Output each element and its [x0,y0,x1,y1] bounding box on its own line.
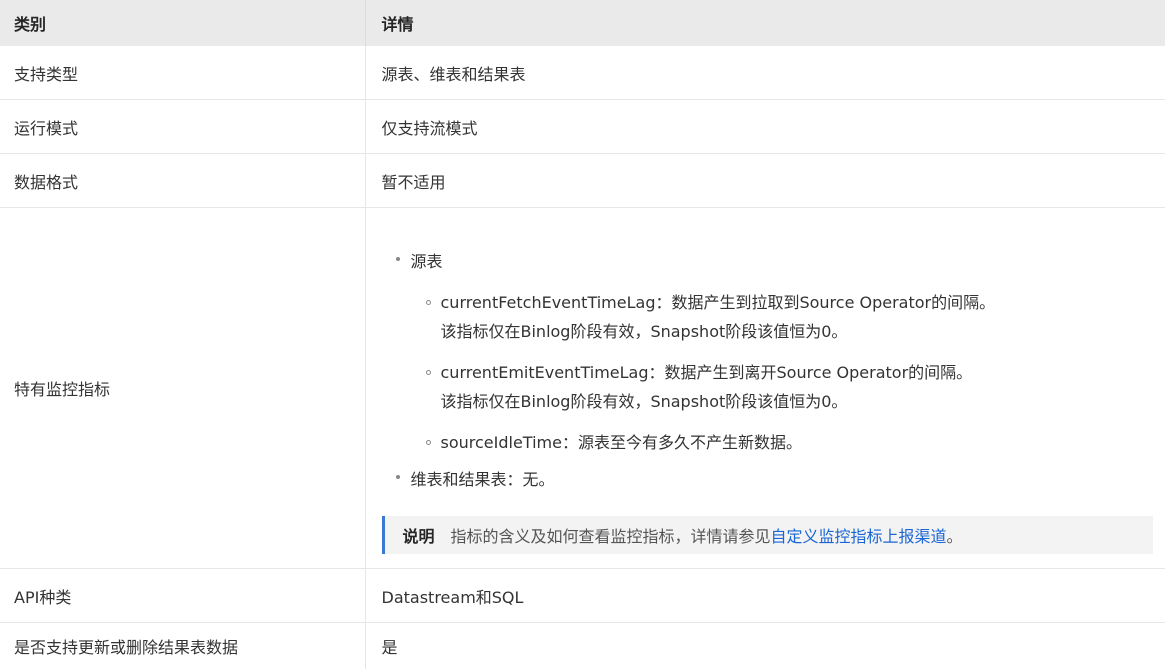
note-end: 。 [947,527,963,546]
list-item: sourceIdleTime：源表至今有多久不产生新数据。 [426,428,1165,457]
source-title: 源表 [411,252,443,271]
row-value: Datastream和SQL [365,569,1165,623]
connector-info-table: 类别 详情 支持类型 源表、维表和结果表 运行模式 仅支持流模式 数据格式 暂不… [0,0,1165,669]
row-value: 是 [365,623,1165,669]
header-category: 类别 [0,0,365,46]
row-value: 仅支持流模式 [365,100,1165,154]
table-header-row: 类别 详情 [0,0,1165,46]
circle-bullet-icon [426,440,431,445]
metrics-cell: 源表 currentFetchEventTimeLag：数据产生到拉取到Sour… [365,208,1165,569]
row-label: 是否支持更新或删除结果表数据 [0,623,365,669]
note-title: 说明 [403,523,435,547]
metric-note: 该指标仅在Binlog阶段有效，Snapshot阶段该值恒为0。 [441,317,1165,346]
list-item: 维表和结果表：无。 [396,465,1165,494]
row-label: 数据格式 [0,154,365,208]
row-label: 运行模式 [0,100,365,154]
list-item: 源表 currentFetchEventTimeLag：数据产生到拉取到Sour… [396,247,1165,457]
bullet-icon [396,475,400,479]
metric-desc: sourceIdleTime：源表至今有多久不产生新数据。 [441,428,1165,457]
note-body: 指标的含义及如何查看监控指标，详情请参见 [451,527,771,546]
row-label: API种类 [0,569,365,623]
circle-bullet-icon [426,370,431,375]
row-value: 源表、维表和结果表 [365,46,1165,100]
bullet-icon [396,257,400,261]
row-label: 特有监控指标 [0,208,365,569]
metric-desc: currentEmitEventTimeLag：数据产生到离开Source Op… [441,358,1165,387]
other-metrics: 维表和结果表：无。 [411,470,555,489]
table-row: 数据格式 暂不适用 [0,154,1165,208]
header-details: 详情 [365,0,1165,46]
source-metrics-list: currentFetchEventTimeLag：数据产生到拉取到Source … [411,288,1165,457]
row-label: 支持类型 [0,46,365,100]
list-item: currentFetchEventTimeLag：数据产生到拉取到Source … [426,288,1165,346]
table-row-metrics: 特有监控指标 源表 currentFetchEventTimeLag：数据产生到… [0,208,1165,569]
table-row: API种类 Datastream和SQL [0,569,1165,623]
note-box: 说明 指标的含义及如何查看监控指标，详情请参见自定义监控指标上报渠道。 [382,516,1154,554]
table-row: 运行模式 仅支持流模式 [0,100,1165,154]
note-text: 指标的含义及如何查看监控指标，详情请参见自定义监控指标上报渠道。 [451,523,963,547]
table-row: 是否支持更新或删除结果表数据 是 [0,623,1165,669]
custom-metrics-link[interactable]: 自定义监控指标上报渠道 [771,527,947,546]
metric-note: 该指标仅在Binlog阶段有效，Snapshot阶段该值恒为0。 [441,387,1165,416]
metric-desc: currentFetchEventTimeLag：数据产生到拉取到Source … [441,288,1165,317]
row-value: 暂不适用 [365,154,1165,208]
table-row: 支持类型 源表、维表和结果表 [0,46,1165,100]
metrics-list: 源表 currentFetchEventTimeLag：数据产生到拉取到Sour… [382,247,1165,494]
circle-bullet-icon [426,300,431,305]
list-item: currentEmitEventTimeLag：数据产生到离开Source Op… [426,358,1165,416]
